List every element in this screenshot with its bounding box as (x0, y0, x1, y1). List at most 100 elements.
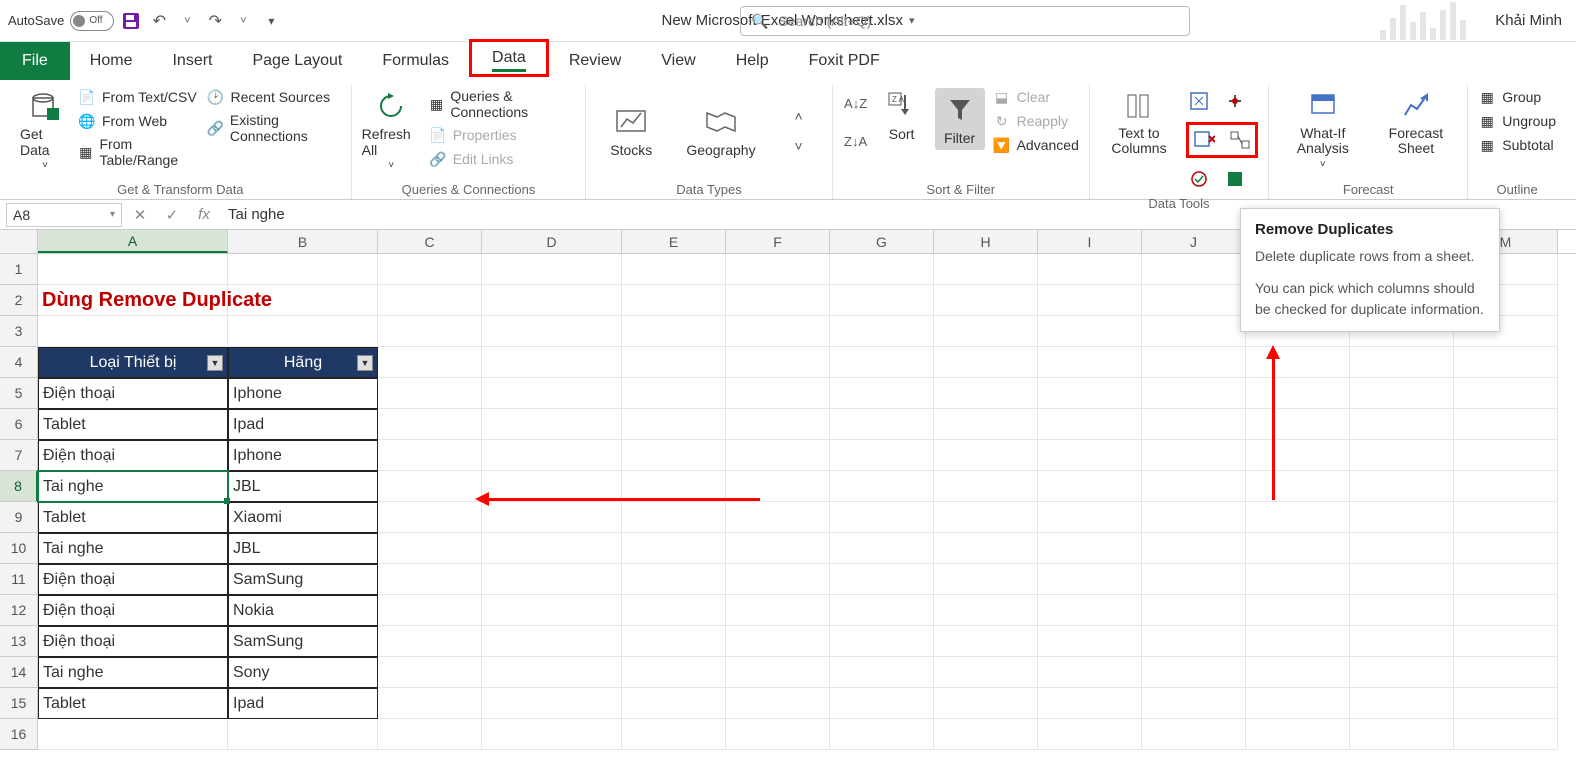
cell[interactable] (228, 254, 378, 285)
cell[interactable] (1454, 440, 1558, 471)
cell[interactable] (228, 719, 378, 750)
cell[interactable] (1142, 533, 1246, 564)
cell[interactable] (726, 409, 830, 440)
cell[interactable] (1350, 440, 1454, 471)
sort-desc-icon[interactable]: Z↓A (843, 128, 869, 154)
cell[interactable] (726, 657, 830, 688)
cell[interactable] (830, 254, 934, 285)
row-header[interactable]: 16 (0, 719, 38, 750)
cell[interactable] (1350, 409, 1454, 440)
cell[interactable] (726, 533, 830, 564)
cell[interactable] (1142, 285, 1246, 316)
tab-formulas[interactable]: Formulas (362, 42, 469, 80)
cell[interactable] (1350, 657, 1454, 688)
cell[interactable] (1454, 688, 1558, 719)
cell[interactable] (726, 595, 830, 626)
row-header[interactable]: 4 (0, 347, 38, 378)
cell[interactable] (1350, 471, 1454, 502)
cell[interactable] (378, 502, 482, 533)
fx-icon[interactable]: fx (190, 206, 218, 223)
cell[interactable] (1246, 440, 1350, 471)
cell-title[interactable]: Dùng Remove Duplicate (38, 285, 228, 316)
cell[interactable] (1246, 409, 1350, 440)
cell[interactable] (1454, 626, 1558, 657)
col-header-C[interactable]: C (378, 230, 482, 253)
cell[interactable] (1142, 688, 1246, 719)
col-header-D[interactable]: D (482, 230, 622, 253)
cell[interactable] (1038, 471, 1142, 502)
cell[interactable]: Điện thoại (38, 564, 228, 595)
cell[interactable] (830, 409, 934, 440)
existing-connections-button[interactable]: 🔗Existing Connections (206, 112, 340, 144)
cell[interactable] (378, 719, 482, 750)
cell[interactable] (1142, 440, 1246, 471)
cell[interactable] (378, 533, 482, 564)
cell[interactable] (1142, 564, 1246, 595)
cell[interactable] (482, 688, 622, 719)
get-data-button[interactable]: Get Data ˅ (20, 88, 70, 171)
consolidate-icon[interactable] (1222, 88, 1248, 114)
col-header-A[interactable]: A (38, 230, 228, 253)
col-header-G[interactable]: G (830, 230, 934, 253)
cell[interactable] (482, 502, 622, 533)
cell[interactable] (1350, 533, 1454, 564)
cell[interactable] (830, 502, 934, 533)
from-web-button[interactable]: 🌐From Web (78, 112, 198, 130)
cell[interactable] (830, 533, 934, 564)
row-header[interactable]: 12 (0, 595, 38, 626)
cell[interactable] (830, 595, 934, 626)
cell[interactable] (1454, 502, 1558, 533)
cell[interactable]: SamSung (228, 564, 378, 595)
cell[interactable] (1038, 502, 1142, 533)
refresh-all-button[interactable]: Refresh All ˅ (362, 88, 421, 171)
undo-dropdown-icon[interactable] (176, 10, 198, 32)
cell[interactable] (934, 502, 1038, 533)
cell[interactable]: Ipad (228, 688, 378, 719)
cell[interactable] (1246, 595, 1350, 626)
cell[interactable] (1454, 533, 1558, 564)
cell[interactable] (622, 595, 726, 626)
row-header[interactable]: 6 (0, 409, 38, 440)
cell[interactable] (1350, 719, 1454, 750)
stocks-button[interactable]: Stocks (606, 104, 656, 158)
tab-insert[interactable]: Insert (152, 42, 232, 80)
select-all-corner[interactable] (0, 230, 38, 253)
cell[interactable]: Tablet (38, 409, 228, 440)
cell[interactable]: Điện thoại (38, 595, 228, 626)
cell[interactable] (378, 378, 482, 409)
cell[interactable] (934, 409, 1038, 440)
name-box[interactable]: A8 ▾ (6, 203, 122, 227)
tab-view[interactable]: View (641, 42, 715, 80)
datatype-up-icon[interactable]: ˄ (786, 103, 812, 129)
cell[interactable] (726, 564, 830, 595)
cell[interactable] (482, 626, 622, 657)
sort-asc-icon[interactable]: A↓Z (843, 90, 869, 116)
qat-customize-icon[interactable]: ▾ (260, 10, 282, 32)
cell[interactable] (1038, 595, 1142, 626)
cell[interactable] (1038, 564, 1142, 595)
row-header[interactable]: 7 (0, 440, 38, 471)
cell[interactable] (622, 409, 726, 440)
cell[interactable] (482, 316, 622, 347)
tab-file[interactable]: File (0, 42, 70, 80)
geography-button[interactable]: Geography (686, 104, 755, 158)
cell[interactable] (1038, 347, 1142, 378)
cell[interactable] (378, 471, 482, 502)
col-header-H[interactable]: H (934, 230, 1038, 253)
cell[interactable] (622, 626, 726, 657)
cell[interactable] (1246, 719, 1350, 750)
ungroup-button[interactable]: ▦Ungroup (1478, 112, 1556, 130)
cell[interactable] (726, 254, 830, 285)
forecast-sheet-button[interactable]: Forecast Sheet (1375, 88, 1458, 157)
cell[interactable] (934, 564, 1038, 595)
filter-dropdown-icon[interactable]: ▼ (357, 355, 373, 371)
tab-data[interactable]: Data (469, 39, 549, 77)
cell[interactable] (830, 657, 934, 688)
cell[interactable] (378, 564, 482, 595)
cell[interactable] (934, 533, 1038, 564)
cell[interactable] (830, 688, 934, 719)
cell[interactable] (622, 533, 726, 564)
cell[interactable] (934, 657, 1038, 688)
recent-sources-button[interactable]: 🕑Recent Sources (206, 88, 340, 106)
cell[interactable] (1246, 347, 1350, 378)
